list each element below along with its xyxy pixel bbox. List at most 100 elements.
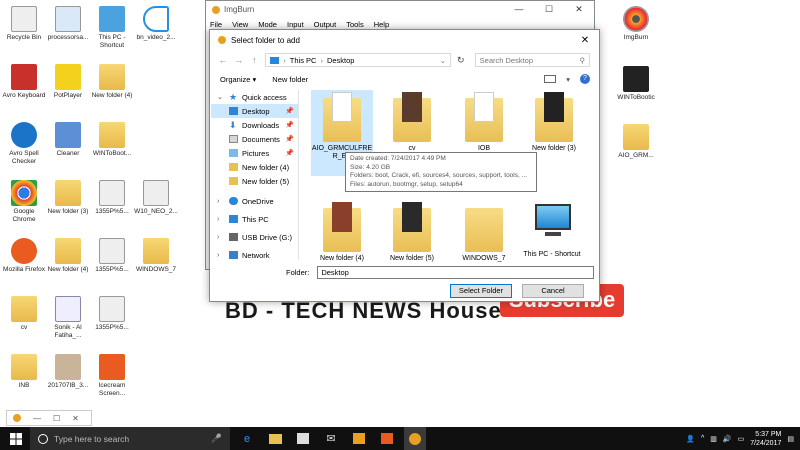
folder-icon[interactable]: New folder (3) bbox=[46, 180, 90, 216]
file-item[interactable]: New folder (5) bbox=[381, 202, 443, 263]
menu-tools[interactable]: Tools bbox=[346, 20, 364, 29]
file-icon[interactable]: W10_NEO_2... bbox=[134, 180, 178, 216]
menu-view[interactable]: View bbox=[232, 20, 248, 29]
refresh-icon[interactable]: ↻ bbox=[457, 55, 469, 66]
breadcrumb[interactable]: › This PC › Desktop ⌄ bbox=[265, 53, 451, 67]
dialog-close-button[interactable]: ✕ bbox=[571, 35, 599, 46]
folder-icon[interactable]: cv bbox=[2, 296, 46, 332]
folder-icon[interactable]: WINDOWS_7 bbox=[134, 238, 178, 274]
select-folder-button[interactable]: Select Folder bbox=[450, 284, 512, 298]
minimize-button[interactable]: — bbox=[33, 414, 41, 423]
chevron-right-icon[interactable]: › bbox=[217, 234, 219, 241]
back-arrow-icon[interactable]: ← bbox=[218, 55, 228, 65]
potplayer-icon[interactable]: PotPlayer bbox=[46, 64, 90, 100]
notifications-icon[interactable]: ▤ bbox=[787, 435, 794, 443]
folder-icon[interactable]: AIO_GRM... bbox=[614, 124, 658, 160]
file-item[interactable]: This PC - Shortcut bbox=[521, 200, 583, 259]
menu-mode[interactable]: Mode bbox=[258, 20, 277, 29]
nav-item-network[interactable]: › Network bbox=[211, 248, 298, 260]
imgburn-taskbar-icon[interactable] bbox=[404, 427, 426, 450]
avro-spell-checker-icon[interactable]: Avro Spell Checker bbox=[2, 122, 46, 165]
this-pc-shortcut-icon[interactable]: This PC - Shortcut bbox=[90, 6, 134, 49]
nav-item-documents[interactable]: Documents 📌 bbox=[211, 132, 298, 146]
file-item[interactable]: IOB bbox=[453, 92, 515, 153]
minimize-button[interactable]: — bbox=[504, 4, 534, 15]
nav-item-usb-drive[interactable]: › USB Drive (G:) bbox=[211, 230, 298, 244]
wintoboot-icon[interactable]: WINToBootic bbox=[614, 66, 658, 102]
volume-icon[interactable]: 🔊 bbox=[723, 435, 732, 443]
network-icon[interactable]: ▥ bbox=[710, 435, 717, 443]
menu-output[interactable]: Output bbox=[314, 20, 337, 29]
chevron-up-icon[interactable]: ^ bbox=[701, 435, 704, 442]
microphone-icon[interactable]: 🎤 bbox=[211, 433, 230, 444]
chevron-down-icon[interactable]: ▾ bbox=[566, 75, 570, 84]
folder-icon[interactable]: WINToBoot... bbox=[90, 122, 134, 158]
menu-help[interactable]: Help bbox=[374, 20, 389, 29]
google-chrome-icon[interactable]: Google Chrome bbox=[2, 180, 46, 223]
windows-start-button[interactable] bbox=[6, 427, 26, 450]
taskbar-app-icon[interactable] bbox=[348, 427, 370, 450]
nav-item-quick-access[interactable]: ⌄ ★ Quick access bbox=[211, 90, 298, 104]
nav-item-pictures[interactable]: Pictures 📌 bbox=[211, 146, 298, 160]
keyboard-icon[interactable]: ▭ bbox=[738, 435, 745, 443]
chevron-right-icon[interactable]: › bbox=[217, 198, 219, 205]
cancel-button[interactable]: Cancel bbox=[522, 284, 584, 298]
file-icon[interactable]: 1355P%5... bbox=[90, 296, 134, 332]
chevron-right-icon[interactable]: › bbox=[217, 216, 219, 223]
system-tray: 👤 ^ ▥ 🔊 ▭ 5:37 PM 7/24/2017 ▤ bbox=[686, 430, 800, 448]
nav-item-downloads[interactable]: ⬇ Downloads 📌 bbox=[211, 118, 298, 132]
folder-field[interactable] bbox=[317, 266, 594, 279]
edge-icon[interactable]: e bbox=[236, 427, 258, 450]
store-icon[interactable] bbox=[292, 427, 314, 450]
chevron-right-icon[interactable]: › bbox=[217, 252, 219, 259]
clock[interactable]: 5:37 PM 7/24/2017 bbox=[750, 430, 781, 448]
file-icon[interactable]: 1355P%5... bbox=[90, 180, 134, 216]
help-icon[interactable]: ? bbox=[580, 74, 590, 84]
search-input[interactable]: Search Desktop ⚲ bbox=[474, 53, 590, 67]
mozilla-firefox-icon[interactable]: Mozilla Firefox bbox=[2, 238, 46, 274]
image-file-icon[interactable]: 201707IB_3... bbox=[46, 354, 90, 390]
nav-item-onedrive[interactable]: › OneDrive bbox=[211, 194, 298, 208]
forward-arrow-icon[interactable]: → bbox=[234, 55, 244, 65]
imgburn-icon[interactable]: ImgBurn bbox=[614, 6, 658, 42]
view-options-icon[interactable] bbox=[544, 75, 557, 83]
menu-file[interactable]: File bbox=[210, 20, 222, 29]
chevron-down-icon[interactable]: ⌄ bbox=[217, 93, 223, 101]
icecream-screen-icon[interactable]: Icecream Screen... bbox=[90, 354, 134, 397]
folder-icon[interactable]: INB bbox=[2, 354, 46, 390]
close-button[interactable]: ✕ bbox=[72, 414, 79, 423]
taskbar-search-box[interactable]: Type here to search 🎤 bbox=[30, 427, 230, 450]
file-item[interactable]: WINDOWS_7 bbox=[453, 204, 515, 263]
file-item[interactable]: New folder (3) bbox=[523, 92, 585, 153]
minimized-window[interactable]: — ☐ ✕ bbox=[6, 410, 92, 426]
organize-button[interactable]: Organize ▾ bbox=[220, 75, 256, 84]
close-button[interactable]: ✕ bbox=[564, 4, 594, 15]
folder-icon[interactable]: New folder (4) bbox=[46, 238, 90, 274]
maximize-button[interactable]: ☐ bbox=[534, 4, 564, 15]
breadcrumb-desktop[interactable]: Desktop bbox=[327, 56, 355, 65]
file-icon[interactable]: 1355P%5... bbox=[90, 238, 134, 274]
menu-input[interactable]: Input bbox=[287, 20, 304, 29]
people-icon[interactable]: 👤 bbox=[686, 435, 695, 443]
cleaner-icon[interactable]: Cleaner bbox=[46, 122, 90, 158]
file-item[interactable]: cv bbox=[381, 92, 443, 153]
audio-file-icon[interactable]: Sonik - Al Fatiha_... bbox=[46, 296, 90, 339]
chevron-down-icon[interactable]: ⌄ bbox=[440, 56, 450, 65]
nav-item-desktop[interactable]: Desktop 📌 bbox=[211, 104, 298, 118]
nav-item-this-pc[interactable]: › This PC bbox=[211, 212, 298, 226]
mail-icon[interactable]: ✉ bbox=[320, 427, 342, 450]
video-file-icon[interactable]: bn_video_2... bbox=[134, 6, 178, 42]
desktop-file-icon[interactable]: processorsa... bbox=[46, 6, 90, 42]
new-folder-button[interactable]: New folder bbox=[272, 75, 308, 84]
icecream-recorder-icon[interactable] bbox=[376, 427, 398, 450]
nav-item-new-folder-4[interactable]: New folder (4) bbox=[211, 160, 298, 174]
file-explorer-icon[interactable] bbox=[264, 427, 286, 450]
file-item[interactable]: New folder (4) bbox=[311, 202, 373, 263]
breadcrumb-this-pc[interactable]: This PC bbox=[290, 56, 317, 65]
nav-item-new-folder-5[interactable]: New folder (5) bbox=[211, 174, 298, 188]
up-arrow-icon[interactable]: ↑ bbox=[250, 55, 260, 65]
recycle-bin-icon[interactable]: Recycle Bin bbox=[2, 6, 46, 42]
folder-icon[interactable]: New folder (4) bbox=[90, 64, 134, 100]
maximize-button[interactable]: ☐ bbox=[53, 414, 60, 423]
avro-keyboard-icon[interactable]: Avro Keyboard bbox=[2, 64, 46, 100]
